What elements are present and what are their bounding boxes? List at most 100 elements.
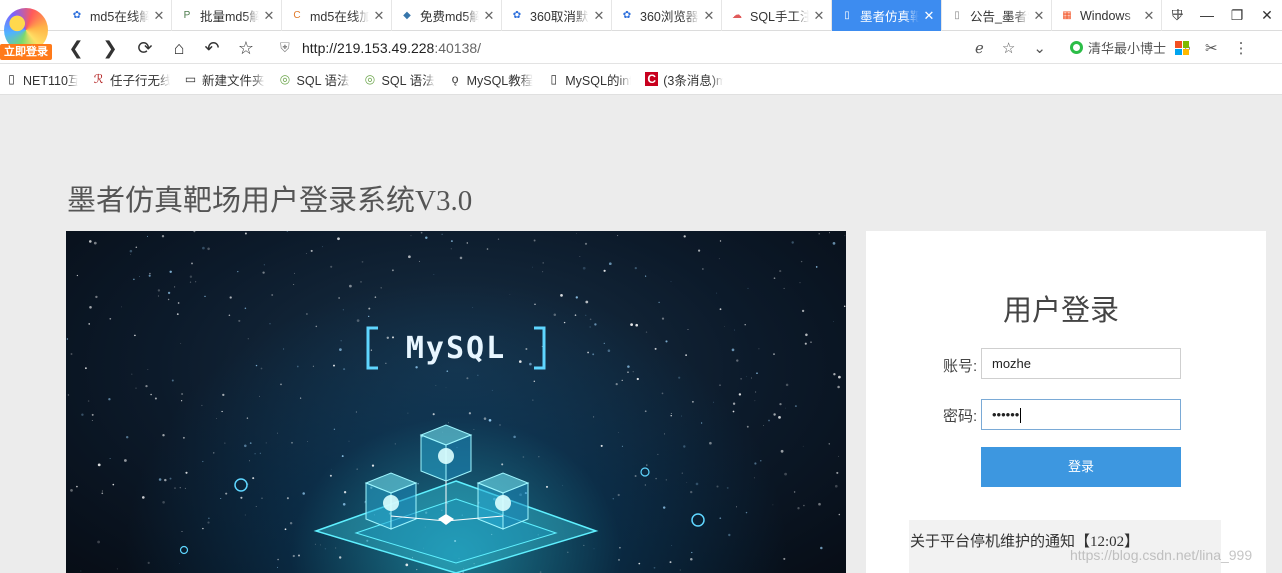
star	[135, 387, 137, 389]
star	[664, 433, 666, 435]
cube-top	[419, 424, 473, 482]
tab-5[interactable]: ✿ 360浏览器设置 ✕	[612, 0, 722, 31]
bookmark-item[interactable]: C (3条消息)m	[645, 70, 723, 89]
bookmark-star-icon[interactable]: ☆	[234, 36, 258, 60]
dropdown-chevron-icon[interactable]: ⌄	[1033, 39, 1046, 57]
tab-6[interactable]: ☁ SQL手工注入 ✕	[722, 0, 832, 31]
star	[229, 296, 232, 299]
tab-0[interactable]: ✿ md5在线解密 ✕	[62, 0, 172, 31]
security-shield-icon[interactable]: ⛨	[280, 40, 294, 56]
star	[208, 517, 210, 519]
star	[162, 501, 165, 504]
star	[133, 278, 135, 281]
menu-dots-icon[interactable]: ⋮	[1234, 39, 1249, 57]
tab-close-icon[interactable]: ✕	[483, 8, 495, 24]
bookmark-item[interactable]: ǫ MySQL教程	[449, 70, 534, 89]
star	[698, 249, 701, 252]
password-input[interactable]: ••••••	[981, 399, 1181, 430]
star	[364, 500, 366, 502]
tab-close-icon[interactable]: ✕	[593, 8, 605, 24]
tab-9[interactable]: ▦ Windows ✕	[1052, 0, 1162, 31]
tab-2[interactable]: Cmd5在线加密 ✕	[282, 0, 392, 31]
star	[360, 281, 362, 283]
reload-icon[interactable]: ⟳	[133, 36, 157, 60]
star	[658, 301, 660, 304]
star	[407, 412, 409, 414]
url-text[interactable]: http://219.153.49.228:40138/	[302, 40, 481, 56]
star	[589, 326, 591, 328]
tab-close-icon[interactable]: ✕	[813, 8, 825, 24]
tab-title: 公告_墨者学院	[970, 10, 1029, 24]
star	[167, 298, 170, 301]
star	[446, 370, 449, 373]
star	[157, 295, 160, 297]
favorite-star-icon[interactable]: ☆	[1002, 39, 1015, 57]
forward-icon[interactable]: ❯	[98, 36, 122, 60]
minimize-icon[interactable]: —	[1192, 0, 1222, 31]
star	[744, 323, 746, 326]
restore-icon[interactable]: ❐	[1222, 0, 1252, 31]
bookmark-label: MySQL教程	[466, 73, 534, 88]
star	[356, 319, 360, 322]
star	[147, 235, 148, 237]
star	[683, 445, 686, 448]
star	[237, 271, 239, 273]
star	[815, 266, 818, 268]
tab-4[interactable]: ✿ 360取消默认 ✕	[502, 0, 612, 31]
tab-close-icon[interactable]: ✕	[923, 8, 935, 24]
star	[584, 242, 588, 245]
star	[341, 455, 344, 458]
scissors-icon[interactable]: ✂	[1205, 39, 1218, 57]
tab-8[interactable]: ▯ 公告_墨者学院 ✕	[942, 0, 1052, 31]
login-button[interactable]: 登录	[981, 447, 1181, 487]
home-icon[interactable]: ⌂	[167, 36, 191, 60]
star	[638, 562, 641, 565]
search-box[interactable]: 清华最小博士 ⌕	[1070, 38, 1191, 57]
apps-grid-icon[interactable]	[1175, 41, 1189, 55]
star	[202, 246, 205, 250]
tab-close-icon[interactable]: ✕	[1143, 8, 1155, 24]
account-input[interactable]: mozhe	[981, 348, 1181, 379]
ie-mode-icon[interactable]: ℯ	[975, 39, 984, 57]
tab-close-icon[interactable]: ✕	[373, 8, 385, 24]
address-bar[interactable]: ⛨ http://219.153.49.228:40138/	[280, 35, 960, 60]
tab-close-icon[interactable]: ✕	[703, 8, 715, 24]
tab-close-icon[interactable]: ✕	[263, 8, 275, 24]
bookmark-item[interactable]: ▯ MySQL的inf	[547, 70, 631, 89]
undo-close-icon[interactable]: ↶	[200, 36, 224, 60]
tab-list: ✿ md5在线解密 ✕ P 批量md5解密 ✕ Cmd5在线加密 ✕ ◆ 免费md5解密 ✕ ✿ 360…	[62, 0, 1194, 31]
star	[594, 323, 597, 326]
star	[271, 294, 274, 296]
star	[669, 561, 672, 564]
tab-close-icon[interactable]: ✕	[153, 8, 165, 24]
tab-1[interactable]: P 批量md5解密 ✕	[172, 0, 282, 31]
page-icon: ▯	[8, 72, 15, 86]
star	[305, 253, 307, 254]
bookmark-item[interactable]: ℛ 任子行无线	[92, 70, 170, 89]
star	[719, 517, 722, 520]
back-icon[interactable]: ❮	[64, 36, 88, 60]
tab-3[interactable]: ◆ 免费md5解密 ✕	[392, 0, 502, 31]
login-now-badge[interactable]: 立即登录	[0, 44, 52, 60]
star	[408, 255, 411, 259]
star	[836, 471, 839, 474]
close-window-icon[interactable]: ✕	[1252, 0, 1282, 31]
bookmark-item[interactable]: ▯ NET110互联	[5, 70, 78, 89]
csdn-icon: C	[293, 9, 301, 21]
bookmark-item[interactable]: ▭ 新建文件夹	[184, 70, 265, 89]
star	[181, 531, 183, 532]
bookmark-item[interactable]: ◎ SQL 语法	[279, 70, 350, 89]
star	[760, 460, 762, 462]
shirt-icon[interactable]: ⛉	[1162, 0, 1192, 31]
star	[249, 442, 252, 444]
tab-close-icon[interactable]: ✕	[1033, 8, 1045, 24]
tab-7[interactable]: ▯ 墨者仿真靶场 ✕	[832, 0, 942, 31]
star	[755, 391, 757, 393]
star	[138, 276, 140, 278]
star	[501, 463, 504, 466]
star	[91, 413, 94, 416]
bookmark-item[interactable]: ◎ SQL 语法	[364, 70, 435, 89]
star	[576, 233, 577, 234]
star	[784, 472, 787, 476]
tab-title: 360取消默认	[530, 10, 589, 24]
